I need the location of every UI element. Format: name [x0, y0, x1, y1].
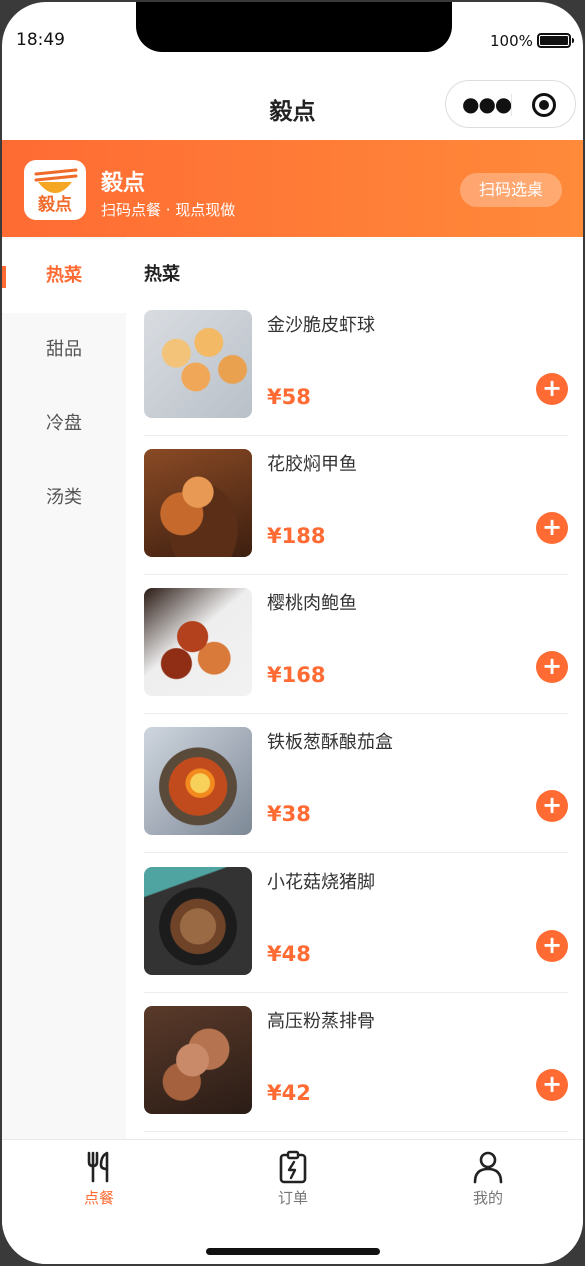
dish-price: ¥48 — [267, 942, 311, 966]
bottom-tab-bar: 点餐 订单 我的 — [2, 1139, 583, 1264]
device-notch — [136, 2, 452, 52]
dish-image — [144, 449, 252, 557]
tab-label: 订单 — [277, 1189, 308, 1207]
category-soups[interactable]: 汤类 — [2, 461, 126, 535]
battery-icon — [537, 33, 574, 48]
dish-name: 小花菇烧猪脚 — [267, 872, 375, 893]
battery-fill — [540, 36, 568, 45]
home-indicator — [206, 1248, 380, 1255]
fork-knife-icon — [87, 1151, 109, 1183]
tab-order-food[interactable]: 点餐 — [39, 1150, 159, 1208]
category-cold-dishes[interactable]: 冷盘 — [2, 387, 126, 461]
dish-name: 高压粉蒸排骨 — [267, 1011, 375, 1032]
dish-name: 樱桃肉鲍鱼 — [267, 593, 357, 614]
add-to-cart-button[interactable]: + — [536, 1069, 568, 1101]
store-slogan: 扫码点餐 · 现点现做 — [101, 201, 236, 219]
menu-item[interactable]: 金沙脆皮虾球 ¥58 + — [144, 297, 568, 436]
store-name: 毅点 — [101, 171, 146, 196]
dish-price: ¥188 — [267, 524, 326, 548]
capsule-divider — [511, 94, 512, 116]
dish-name: 花胶焖甲鱼 — [267, 454, 357, 475]
more-options-icon[interactable]: ●●● — [462, 94, 512, 114]
tab-profile[interactable]: 我的 — [428, 1150, 548, 1208]
dish-image — [144, 588, 252, 696]
tab-label: 点餐 — [83, 1189, 114, 1207]
battery-percentage: 100% — [490, 32, 533, 50]
dish-image — [144, 727, 252, 835]
user-profile-icon — [473, 1151, 503, 1184]
menu-item[interactable]: 花胶焖甲鱼 ¥188 + — [144, 436, 568, 575]
category-hot-dishes[interactable]: 热菜 — [2, 239, 126, 313]
mini-program-capsule: ●●● — [445, 80, 576, 128]
add-to-cart-button[interactable]: + — [536, 373, 568, 405]
dish-image — [144, 310, 252, 418]
menu-item[interactable]: 樱桃肉鲍鱼 ¥168 + — [144, 575, 568, 714]
dish-image — [144, 867, 252, 975]
dish-price: ¥42 — [267, 1081, 311, 1105]
menu-item[interactable]: 铁板葱酥酿茄盒 ¥38 + — [144, 714, 568, 853]
tab-label: 我的 — [472, 1189, 503, 1207]
status-time: 18:49 — [16, 30, 65, 50]
phone-screen: 18:49 100% 毅点 ●●● 毅点 毅点 扫码点餐 · 现点现做 扫码选桌… — [2, 2, 583, 1264]
dish-price: ¥168 — [267, 663, 326, 687]
dish-name: 金沙脆皮虾球 — [267, 315, 375, 336]
clipboard-order-icon — [279, 1150, 307, 1184]
logo-text: 毅点 — [38, 195, 72, 215]
tab-orders[interactable]: 订单 — [233, 1150, 353, 1208]
close-mini-program-icon[interactable] — [532, 93, 556, 117]
dish-price: ¥58 — [267, 385, 311, 409]
section-title: 热菜 — [144, 264, 180, 285]
scan-table-button[interactable]: 扫码选桌 — [460, 173, 562, 207]
category-sidebar: 热菜 甜品 冷盘 汤类 — [2, 237, 126, 1139]
dish-image — [144, 1006, 252, 1114]
add-to-cart-button[interactable]: + — [536, 790, 568, 822]
store-banner: 毅点 毅点 扫码点餐 · 现点现做 扫码选桌 — [2, 140, 583, 237]
menu-item[interactable]: 小花菇烧猪脚 ¥48 + — [144, 854, 568, 993]
category-desserts[interactable]: 甜品 — [2, 313, 126, 387]
add-to-cart-button[interactable]: + — [536, 512, 568, 544]
dish-name: 铁板葱酥酿茄盒 — [267, 732, 393, 753]
store-logo: 毅点 — [24, 160, 86, 220]
menu-item[interactable]: 高压粉蒸排骨 ¥42 + — [144, 993, 568, 1132]
add-to-cart-button[interactable]: + — [536, 651, 568, 683]
dish-price: ¥38 — [267, 802, 311, 826]
add-to-cart-button[interactable]: + — [536, 930, 568, 962]
